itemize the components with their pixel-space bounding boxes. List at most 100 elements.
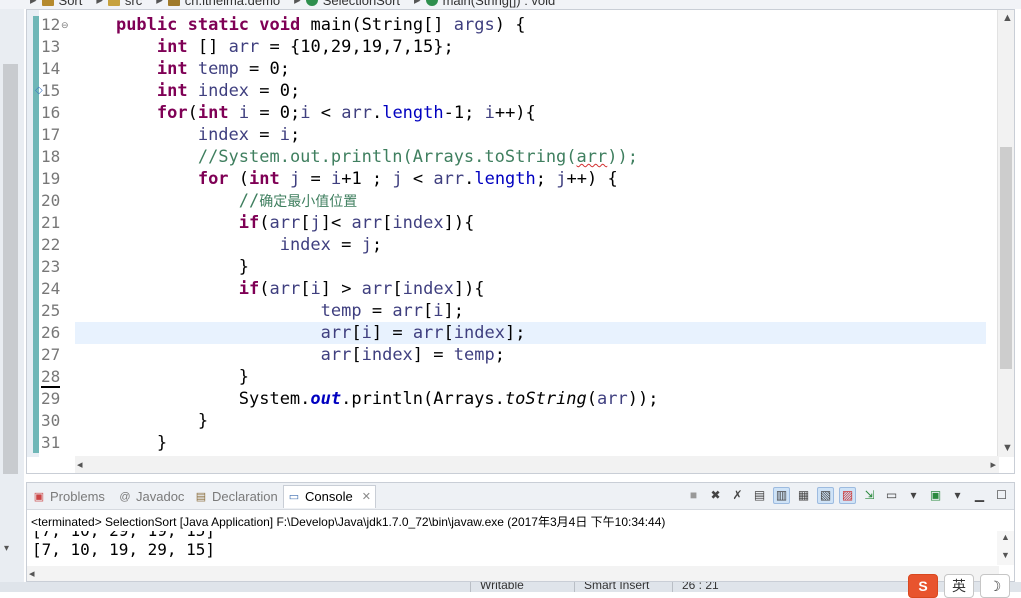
- code-line[interactable]: //System.out.println(Arrays.toString(arr…: [75, 146, 986, 168]
- line-number: 22: [41, 235, 61, 254]
- breadcrumb-item[interactable]: ▸ cn.itheima.demo: [156, 0, 280, 8]
- breadcrumb-label: main(String[]) : void: [442, 0, 556, 8]
- remove-launch-icon[interactable]: ✖: [707, 487, 724, 504]
- breadcrumb-arrow-icon: ▸: [294, 0, 301, 8]
- code-line[interactable]: for(int i = 0;i < arr.length-1; i++){: [75, 102, 986, 124]
- code-line[interactable]: int index = 0;: [75, 80, 986, 102]
- line-number: 21: [41, 213, 61, 232]
- scroll-down-arrow-icon[interactable]: ▼: [1001, 550, 1010, 560]
- breadcrumb: ▸Sort▸src▸cn.itheima.demo▸SelectionSort▸…: [0, 0, 1021, 9]
- console-panel: ▣ Problems @ Javadoc ▤ Declaration ▭ Con…: [26, 482, 1015, 582]
- terminate-icon[interactable]: ■: [685, 487, 702, 504]
- left-scroll-down-arrow-icon[interactable]: ▾: [4, 543, 9, 554]
- ime-language-toggle[interactable]: 英: [944, 574, 974, 598]
- open-console-dropdown-chevron-down-icon[interactable]: ▾: [949, 487, 966, 504]
- src-folder-icon: [107, 0, 120, 6]
- code-line[interactable]: public static void main(String[] args) {: [75, 14, 986, 36]
- tab-label: Console: [305, 489, 353, 504]
- code-line[interactable]: arr[index] = temp;: [75, 344, 986, 366]
- code-line[interactable]: if(arr[i] > arr[index]){: [75, 278, 986, 300]
- editor-scroll-thumb[interactable]: [1000, 147, 1012, 369]
- code-line[interactable]: }: [75, 432, 986, 454]
- code-line[interactable]: for (int j = i+1 ; j < arr.length; j++) …: [75, 168, 986, 190]
- scroll-down-arrow-icon[interactable]: ▼: [1002, 442, 1013, 454]
- code-line[interactable]: if(arr[j]< arr[index]){: [75, 212, 986, 234]
- console-horizontal-scrollbar[interactable]: ◂: [27, 566, 999, 581]
- package-icon: [167, 0, 180, 6]
- code-line[interactable]: int [] arr = {10,29,19,7,15};: [75, 36, 986, 58]
- pin-console-icon[interactable]: ⇲: [861, 487, 878, 504]
- scroll-up-arrow-icon[interactable]: ▲: [1001, 532, 1010, 542]
- line-number: 26: [41, 323, 61, 342]
- breadcrumb-label: cn.itheima.demo: [184, 0, 281, 8]
- method-icon: [425, 0, 438, 6]
- open-console-icon[interactable]: ▣: [927, 487, 944, 504]
- ime-moon-icon[interactable]: ☽: [980, 574, 1010, 598]
- display-dropdown-chevron-down-icon[interactable]: ▾: [905, 487, 922, 504]
- class-icon: [305, 0, 318, 6]
- problems-icon: ▣: [33, 491, 45, 503]
- line-number: 15: [41, 81, 61, 100]
- editor-vertical-scrollbar[interactable]: ▲ ▼: [997, 10, 1014, 457]
- breadcrumb-item[interactable]: ▸ src: [96, 0, 142, 8]
- tab-label: Javadoc: [136, 489, 185, 504]
- line-number: 29: [41, 389, 61, 408]
- tab-javadoc[interactable]: @ Javadoc: [115, 486, 188, 508]
- code-line[interactable]: System.out.println(Arrays.toString(arr))…: [75, 388, 986, 410]
- editor-horizontal-scrollbar[interactable]: ◂ ▸: [75, 456, 999, 473]
- line-number: 20: [41, 191, 61, 210]
- tab-console[interactable]: ▭ Console ✕: [283, 485, 376, 508]
- breadcrumb-item[interactable]: ▸ SelectionSort: [294, 0, 400, 8]
- code-line[interactable]: arr[i] = arr[index];: [75, 322, 986, 344]
- remove-all-terminated-icon[interactable]: ✗: [729, 487, 746, 504]
- code-line[interactable]: }: [75, 366, 986, 388]
- scroll-up-arrow-icon[interactable]: ▲: [1002, 12, 1013, 24]
- word-wrap-icon[interactable]: ▦: [795, 487, 812, 504]
- display-console-icon[interactable]: ▭: [883, 487, 900, 504]
- console-vertical-scrollbar[interactable]: ▲ ▼: [997, 531, 1014, 565]
- code-area[interactable]: public static void main(String[] args) {…: [75, 10, 986, 457]
- line-number: 25: [41, 301, 61, 320]
- code-line[interactable]: }: [75, 256, 986, 278]
- terminated-status: <terminated> SelectionSort [Java Applica…: [31, 515, 666, 529]
- console-toolbar: ■ ✖ ✗ ▤ ▥ ▦ ▧ ▨ ⇲ ▭ ▾ ▣ ▾ ▁ ☐: [685, 487, 1010, 504]
- scroll-lock-icon[interactable]: ▥: [773, 487, 790, 504]
- code-line[interactable]: index = j;: [75, 234, 986, 256]
- close-icon[interactable]: ✕: [362, 486, 371, 508]
- tab-declaration[interactable]: ▤ Declaration: [191, 486, 282, 508]
- tab-problems[interactable]: ▣ Problems: [29, 486, 109, 508]
- console-icon: ▭: [288, 491, 300, 503]
- breadcrumb-item[interactable]: ▸ main(String[]) : void: [414, 0, 555, 8]
- show-console-on-stderr-icon[interactable]: ▨: [839, 487, 856, 504]
- line-number: 18: [41, 147, 61, 166]
- status-insert-mode: Smart Insert: [584, 582, 650, 592]
- line-number: 31: [41, 433, 61, 452]
- status-bar: Writable Smart Insert 26 : 21: [0, 582, 1021, 592]
- code-line[interactable]: temp = arr[i];: [75, 300, 986, 322]
- code-editor[interactable]: 12 ⊖ 13 14 15 ◇ 16 17 18 19 20 21 22 23 24 25 26 27 28 29 30…: [26, 9, 1015, 474]
- scroll-right-arrow-icon[interactable]: ▸: [990, 458, 996, 471]
- code-line[interactable]: }: [75, 410, 986, 432]
- ime-logo-icon[interactable]: S: [908, 574, 938, 598]
- tab-label: Problems: [50, 489, 105, 504]
- tab-label: Declaration: [212, 489, 278, 504]
- maximize-icon[interactable]: ☐: [993, 487, 1010, 504]
- code-line[interactable]: index = i;: [75, 124, 986, 146]
- code-line[interactable]: int temp = 0;: [75, 58, 986, 80]
- left-panel-scrollbar[interactable]: [3, 64, 18, 474]
- console-output[interactable]: [7, 10, 29, 19, 15] [7, 10, 19, 29, 15]: [27, 531, 999, 565]
- show-console-on-stdout-icon[interactable]: ▧: [817, 487, 834, 504]
- line-number-gutter: 12 ⊖ 13 14 15 ◇ 16 17 18 19 20 21 22 23 24 25 26 27 28 29 30…: [35, 10, 75, 457]
- scroll-left-arrow-icon[interactable]: ◂: [77, 458, 83, 471]
- clear-console-icon[interactable]: ▤: [751, 487, 768, 504]
- line-number: 23: [41, 257, 61, 276]
- code-line[interactable]: //确定最小值位置: [75, 190, 986, 212]
- status-writable: Writable: [480, 582, 524, 592]
- breadcrumb-item[interactable]: ▸ Sort: [30, 0, 82, 8]
- line-number: 30: [41, 411, 61, 430]
- line-number: 27: [41, 345, 61, 364]
- fold-collapse-icon[interactable]: ⊖: [61, 20, 69, 31]
- scroll-left-arrow-icon[interactable]: ◂: [29, 567, 35, 580]
- line-number: 13: [41, 37, 61, 56]
- minimize-icon[interactable]: ▁: [971, 487, 988, 504]
